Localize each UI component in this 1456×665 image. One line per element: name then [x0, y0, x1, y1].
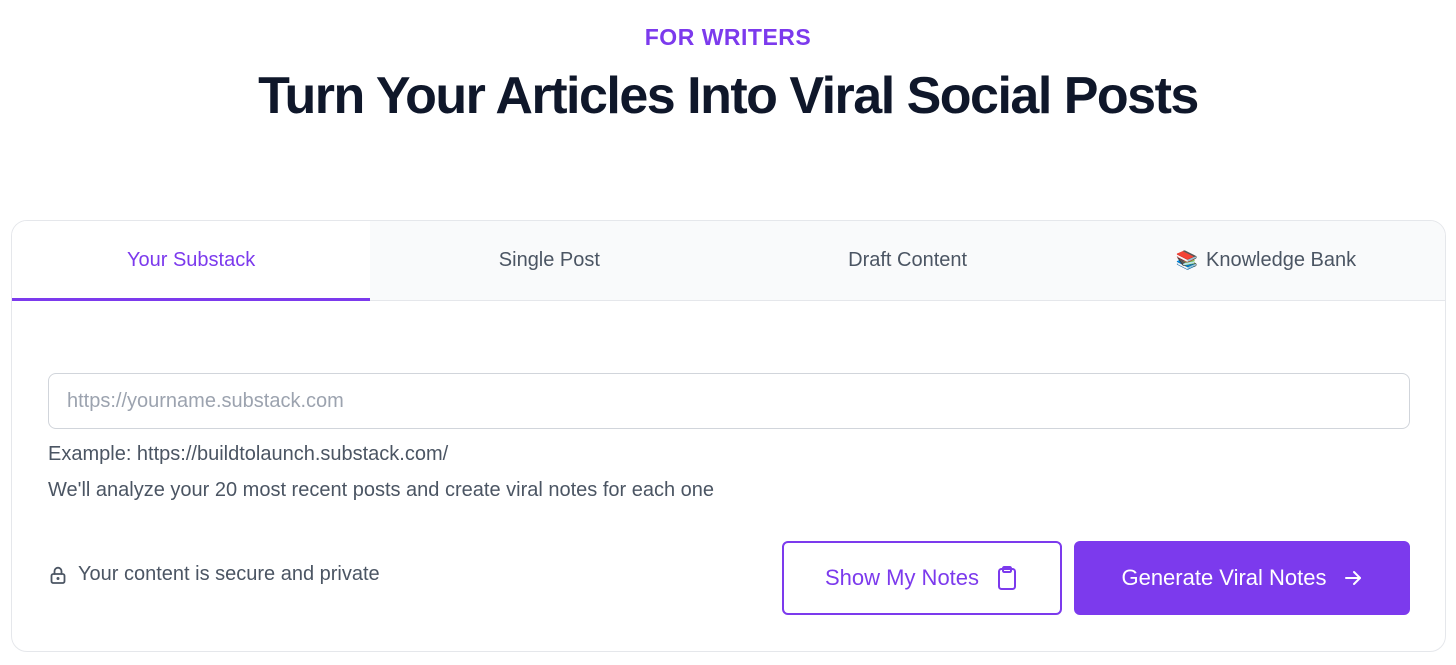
generate-viral-notes-button[interactable]: Generate Viral Notes	[1074, 541, 1410, 615]
arrow-right-icon	[1344, 571, 1361, 585]
substack-url-input[interactable]	[48, 373, 1410, 429]
security-note-text: Your content is secure and private	[78, 563, 380, 585]
tab-label: Knowledge Bank	[1206, 249, 1357, 271]
tab-label: Single Post	[498, 249, 600, 271]
lock-icon	[50, 566, 66, 584]
tab-your-substack[interactable]: Your Substack	[12, 221, 371, 301]
books-icon: 📚	[1175, 250, 1199, 270]
analyze-hint: We'll analyze your 20 most recent posts …	[48, 479, 715, 501]
clipboard-icon	[998, 566, 1017, 590]
page-title: Turn Your Articles Into Viral Social Pos…	[258, 67, 1199, 125]
source-tabs: Your Substack Single Post Draft Content …	[12, 221, 1445, 301]
button-label: Show My Notes	[824, 565, 980, 590]
tab-draft-content[interactable]: Draft Content	[729, 221, 1087, 300]
section-eyebrow: FOR WRITERS	[644, 24, 812, 50]
security-note: Your content is secure and private	[48, 563, 380, 586]
tab-single-post[interactable]: Single Post	[370, 221, 728, 300]
tab-knowledge-bank[interactable]: 📚 Knowledge Bank	[1087, 221, 1445, 300]
button-label: Generate Viral Notes	[1121, 565, 1327, 590]
show-my-notes-button[interactable]: Show My Notes	[782, 541, 1062, 615]
tab-label: Your Substack	[127, 249, 256, 271]
example-hint: Example: https://buildtolaunch.substack.…	[48, 443, 449, 465]
generator-card: Your Substack Single Post Draft Content …	[11, 220, 1446, 652]
tab-label: Draft Content	[848, 249, 968, 271]
